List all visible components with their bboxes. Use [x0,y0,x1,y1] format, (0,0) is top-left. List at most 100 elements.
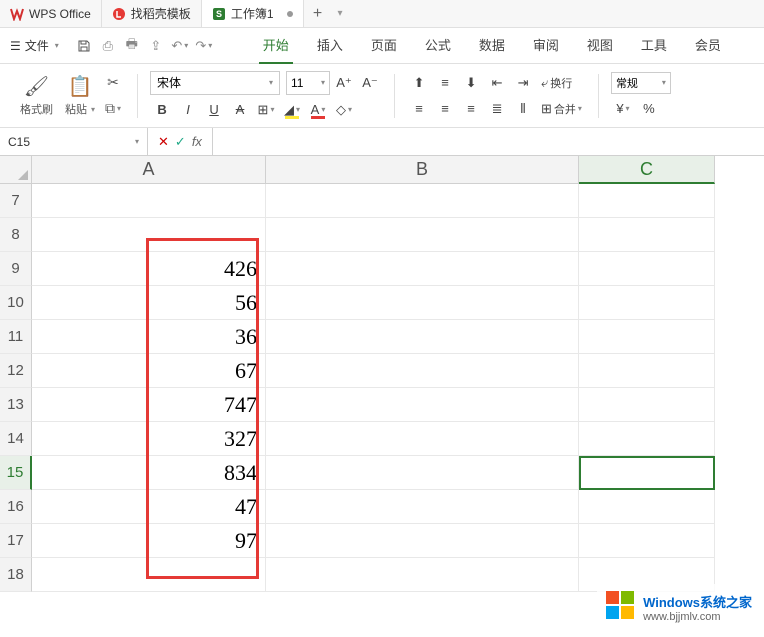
align-left-button[interactable]: ≡ [407,98,431,120]
select-all-corner[interactable] [0,156,32,184]
merge-cells-button[interactable]: ⊞合并▾ [537,98,586,120]
cell[interactable] [579,184,715,218]
distribute-button[interactable]: ⫴ [511,98,535,120]
cell[interactable] [32,218,266,252]
indent-decrease-button[interactable]: ⇤ [485,72,509,94]
cell[interactable] [266,252,579,286]
format-painter-button[interactable]: 🖌 格式刷 [14,70,59,121]
font-size-select[interactable]: 11 ▾ [286,71,330,95]
cells-area[interactable]: 4265636677473278344797 [32,184,715,592]
tab-data[interactable]: 数据 [465,28,519,64]
print-button[interactable]: 🖶 [121,35,143,57]
cell[interactable]: 56 [32,286,266,320]
cancel-formula-button[interactable]: ✕ [158,134,169,150]
tab-review[interactable]: 审阅 [519,28,573,64]
cell[interactable] [266,490,579,524]
row-header[interactable]: 7 [0,184,32,218]
align-top-button[interactable]: ⬆ [407,72,431,94]
cell[interactable] [579,456,715,490]
app-tab-workbook[interactable]: S 工作簿1 [202,0,304,27]
row-header[interactable]: 18 [0,558,32,592]
bold-button[interactable]: B [150,99,174,121]
row-header[interactable]: 16 [0,490,32,524]
cell[interactable] [266,388,579,422]
row-header[interactable]: 8 [0,218,32,252]
cell[interactable]: 747 [32,388,266,422]
currency-button[interactable]: ¥▾ [611,98,635,120]
cell[interactable] [266,524,579,558]
cell[interactable] [579,422,715,456]
row-header[interactable]: 13 [0,388,32,422]
indent-increase-button[interactable]: ⇥ [511,72,535,94]
cell[interactable] [266,218,579,252]
tab-member[interactable]: 会员 [681,28,735,64]
column-header[interactable]: C [579,156,715,184]
underline-button[interactable]: U [202,99,226,121]
app-tab-wps[interactable]: WPS Office [0,0,102,27]
strikethrough-button[interactable]: A [228,99,252,121]
cell[interactable] [579,524,715,558]
row-header[interactable]: 15 [0,456,32,490]
tab-dropdown-icon[interactable]: ▾ [332,8,349,19]
row-header[interactable]: 17 [0,524,32,558]
cell[interactable]: 36 [32,320,266,354]
name-box[interactable]: C15 ▾ [0,128,148,155]
cell[interactable] [579,354,715,388]
row-header[interactable]: 12 [0,354,32,388]
undo-button[interactable]: ↶▾ [169,35,191,57]
cell[interactable] [579,286,715,320]
cell[interactable] [32,184,266,218]
percent-button[interactable]: % [637,98,661,120]
align-center-button[interactable]: ≡ [433,98,457,120]
confirm-formula-button[interactable]: ✓ [175,134,186,150]
row-header[interactable]: 10 [0,286,32,320]
fx-button[interactable]: fx [192,134,202,149]
cell[interactable]: 97 [32,524,266,558]
print-preview-button[interactable]: ⎙ [97,35,119,57]
cut-button[interactable]: ✂ [101,72,125,94]
align-bottom-button[interactable]: ⬇ [459,72,483,94]
align-right-button[interactable]: ≡ [459,98,483,120]
cell[interactable] [579,490,715,524]
formula-input[interactable] [213,128,764,155]
cell[interactable] [266,354,579,388]
cell[interactable] [266,558,579,592]
tab-formula[interactable]: 公式 [411,28,465,64]
align-middle-button[interactable]: ≡ [433,72,457,94]
fill-color-button[interactable]: ◢▾ [280,99,304,121]
cell[interactable] [579,388,715,422]
cell[interactable] [266,320,579,354]
cell[interactable]: 327 [32,422,266,456]
row-header[interactable]: 9 [0,252,32,286]
tab-insert[interactable]: 插入 [303,28,357,64]
cell[interactable] [32,558,266,592]
tab-home[interactable]: 开始 [249,28,303,64]
new-tab-button[interactable]: + [304,0,332,27]
increase-font-button[interactable]: A⁺ [332,72,356,94]
cell[interactable] [266,422,579,456]
row-header[interactable]: 11 [0,320,32,354]
save-button[interactable] [73,35,95,57]
cell[interactable]: 67 [32,354,266,388]
row-header[interactable]: 14 [0,422,32,456]
cell[interactable] [266,456,579,490]
italic-button[interactable]: I [176,99,200,121]
decrease-font-button[interactable]: A⁻ [358,72,382,94]
cell[interactable]: 47 [32,490,266,524]
cell[interactable]: 426 [32,252,266,286]
cell[interactable]: 834 [32,456,266,490]
cell[interactable] [579,218,715,252]
redo-button[interactable]: ↷▾ [193,35,215,57]
font-color-button[interactable]: A▾ [306,99,330,121]
copy-button[interactable]: ⧉▾ [101,98,125,120]
tab-page[interactable]: 页面 [357,28,411,64]
font-name-select[interactable]: 宋体 ▾ [150,71,280,95]
justify-button[interactable]: ≣ [485,98,509,120]
app-tab-template[interactable]: 找稻壳模板 [102,0,202,27]
border-button[interactable]: ⊞▾ [254,99,278,121]
cell[interactable] [579,252,715,286]
file-menu-button[interactable]: ☰ 文件 ▾ [0,37,69,54]
highlight-button[interactable]: ◇▾ [332,99,356,121]
tab-view[interactable]: 视图 [573,28,627,64]
cell[interactable] [266,286,579,320]
